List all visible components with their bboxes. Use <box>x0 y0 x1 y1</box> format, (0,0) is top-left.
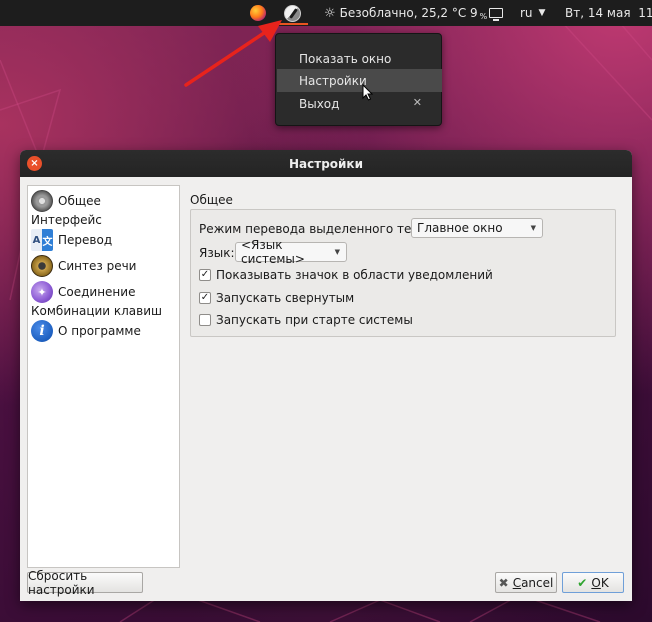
sidebar-item-general[interactable]: Общее <box>31 190 101 212</box>
display-indicator[interactable] <box>489 0 503 26</box>
sidebar-item-label: Перевод <box>58 233 113 247</box>
ok-button-label: OK <box>591 575 609 590</box>
gear-icon <box>31 190 53 212</box>
sidebar-item-label: Общее <box>58 194 101 208</box>
speaker-icon <box>31 255 53 277</box>
chevron-down-icon: ▼ <box>538 8 546 18</box>
mode-select[interactable]: Главное окно ▼ <box>411 218 543 238</box>
checkbox-autostart[interactable]: Запускать при старте системы <box>199 313 413 327</box>
chevron-down-icon: ▼ <box>334 248 340 256</box>
chevron-down-icon: ▼ <box>530 224 536 232</box>
sidebar-item-translation[interactable]: A文 Перевод <box>31 229 112 251</box>
menu-item-show-window[interactable]: Показать окно <box>277 47 442 70</box>
checkbox-label: Показывать значок в области уведомлений <box>216 268 493 282</box>
checkbox[interactable]: ✓ <box>199 269 211 281</box>
sidebar-item-connection[interactable]: Соединение <box>31 281 135 303</box>
checkbox-start-minimized[interactable]: ✓ Запускать свернутым <box>199 291 354 305</box>
window-close-button[interactable]: × <box>27 156 42 171</box>
menu-item-label: Показать окно <box>299 51 392 66</box>
network-unit: % <box>479 11 488 21</box>
menu-item-exit[interactable]: Выход ✕ <box>277 92 442 115</box>
sidebar-item-speech[interactable]: Синтез речи <box>31 255 136 277</box>
weather-indicator[interactable]: ☼ Безоблачно, 25,2 °C <box>324 0 466 26</box>
menu-item-label: Настройки <box>299 73 367 88</box>
language-select[interactable]: <Язык системы> ▼ <box>235 238 347 266</box>
app-tray-icon[interactable] <box>284 4 301 22</box>
language-select-value: <Язык системы> <box>241 238 305 266</box>
checkmark-icon: ✔ <box>577 575 588 590</box>
section-title: Общее <box>190 193 233 207</box>
window-title: Настройки <box>288 156 363 171</box>
network-icon <box>31 281 53 303</box>
sidebar-item-about[interactable]: i О программе <box>31 320 141 342</box>
tray-menu: Показать окно Настройки Выход ✕ <box>275 33 442 126</box>
translate-icon: A文 <box>31 229 53 251</box>
checkbox[interactable] <box>199 314 211 326</box>
sidebar-item-shortcuts[interactable]: Комбинации клавиш <box>31 304 162 318</box>
ok-button[interactable]: ✔ OK <box>562 572 624 593</box>
reset-settings-button[interactable]: Сбросить настройки <box>27 569 143 597</box>
sidebar-item-label: Интерфейс <box>31 213 102 227</box>
settings-window: × Настройки Общее Интерфейс A文 Перевод С… <box>20 150 632 601</box>
menu-item-label: Выход <box>299 96 340 111</box>
sidebar-item-label: Комбинации клавиш <box>31 304 163 318</box>
window-titlebar[interactable]: × Настройки <box>20 150 632 177</box>
weather-text: Безоблачно, 25,2 °C <box>339 6 467 20</box>
top-panel: ☼ Безоблачно, 25,2 °C 9 % ru ▼ Вт, 14 ма… <box>0 0 652 26</box>
active-indicator <box>276 23 308 25</box>
sidebar-item-label: Синтез речи <box>58 259 137 273</box>
cancel-button-label: Cancel <box>512 575 554 590</box>
info-icon: i <box>31 320 53 342</box>
sidebar-item-label: Соединение <box>58 285 136 299</box>
settings-content: Общее Режим перевода выделенного текста:… <box>190 185 626 568</box>
sidebar-item-interface[interactable]: Интерфейс <box>31 213 102 227</box>
clock[interactable]: Вт, 14 мая 11:53 <box>565 0 652 26</box>
mode-label: Режим перевода выделенного текста: <box>199 222 444 236</box>
language-indicator[interactable]: ru ▼ <box>520 0 545 26</box>
cancel-button[interactable]: ✖ Cancel <box>495 572 557 593</box>
firefox-icon[interactable] <box>250 5 266 21</box>
mouse-cursor-icon <box>362 84 374 101</box>
checkbox-label: Запускать при старте системы <box>216 313 413 327</box>
settings-sidebar: Общее Интерфейс A文 Перевод Синтез речи С… <box>27 185 180 568</box>
cancel-icon: ✖ <box>498 575 509 590</box>
network-indicator[interactable]: 9 % <box>470 0 487 26</box>
checkbox[interactable]: ✓ <box>199 292 211 304</box>
sidebar-item-label: О программе <box>58 324 141 338</box>
language-text: ru <box>520 6 533 20</box>
close-icon: ✕ <box>412 96 422 109</box>
monitor-icon <box>489 8 503 21</box>
general-settings-group: Режим перевода выделенного текста: Главн… <box>190 209 616 337</box>
language-label: Язык: <box>199 246 235 260</box>
firefox-tray[interactable] <box>250 0 268 26</box>
menu-item-settings[interactable]: Настройки <box>277 69 442 92</box>
network-value: 9 <box>470 6 478 20</box>
sun-icon: ☼ <box>324 5 336 21</box>
mode-select-value: Главное окно <box>417 221 503 235</box>
checkbox-label: Запускать свернутым <box>216 291 355 305</box>
checkbox-tray-icon[interactable]: ✓ Показывать значок в области уведомлени… <box>199 268 493 282</box>
clock-text: Вт, 14 мая 11:53 <box>565 6 652 20</box>
reset-button-label: Сбросить настройки <box>28 568 95 597</box>
